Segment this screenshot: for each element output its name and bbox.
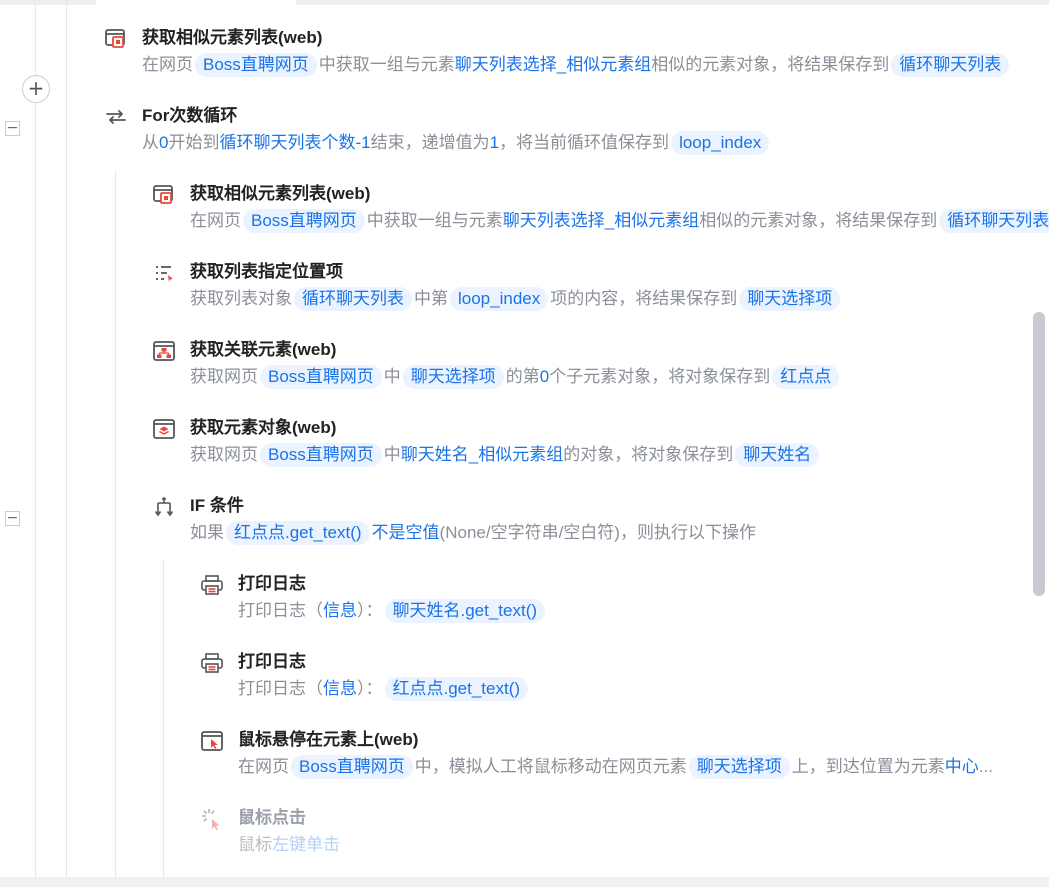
printer-icon: [201, 653, 223, 673]
variable-chip: 循环聊天列表: [939, 209, 1049, 233]
variable-chip: Boss直聘网页: [291, 755, 413, 779]
step-mouse-click[interactable]: 鼠标点击 鼠标左键单击: [200, 806, 1049, 862]
similar-elements-icon: [153, 185, 173, 204]
step-description: 在网页 Boss直聘网页 中获取一组与元素聊天列表选择_相似元素组相似的元素对象，将…: [190, 209, 1049, 233]
printer-icon: [201, 575, 223, 595]
step-title: 获取元素对象(web): [190, 418, 337, 437]
step-description: 鼠标左键单击: [238, 835, 340, 854]
step-description: 获取网页 Boss直聘网页中聊天选择项 的第0个子元素对象，将对象保存到 红点点: [190, 365, 841, 389]
variable-chip: 聊天姓名.get_text(): [384, 599, 546, 623]
step-description: 打印日志（信息）： 聊天姓名.get_text(): [238, 599, 547, 623]
variable-chip: 红点点.get_text(): [226, 521, 370, 545]
variable-chip: 聊天选择项: [402, 365, 504, 389]
gutter-line: [35, 0, 36, 877]
step-title: 获取列表指定位置项: [190, 262, 343, 281]
variable-chip: 聊天选择项: [739, 287, 841, 311]
variable-chip: 循环聊天列表: [891, 53, 1010, 77]
step-if-condition[interactable]: IF 条件 如果 红点点.get_text() 不是空值(None/空字符串/空白符…: [152, 494, 1049, 550]
loop-icon: [106, 110, 126, 124]
variable-chip: Boss直聘网页: [243, 209, 365, 233]
step-title: 获取相似元素列表(web): [142, 28, 323, 47]
related-element-icon: [153, 341, 175, 361]
step-print-log[interactable]: 打印日志 打印日志（信息）： 聊天姓名.get_text(): [200, 572, 1049, 628]
variable-chip: 红点点: [772, 365, 840, 389]
variable-chip: Boss直聘网页: [260, 443, 382, 467]
variable-chip: loop_index: [450, 287, 549, 311]
step-get-similar-elements[interactable]: 获取相似元素列表(web) 在网页 Boss直聘网页 中获取一组与元素聊天列表选择_…: [104, 26, 1049, 82]
step-description: 获取网页 Boss直聘网页 中聊天姓名_相似元素组的对象，将对象保存到 聊天姓名: [190, 443, 821, 467]
variable-chip: 循环聊天列表: [294, 287, 412, 311]
step-title: 打印日志: [238, 652, 306, 671]
step-mouse-hover[interactable]: 鼠标悬停在元素上(web) 在网页 Boss直聘网页 中，模拟人工将鼠标移动在网页元…: [200, 728, 1030, 784]
mouse-hover-icon: [201, 731, 223, 751]
if-body-guide: [163, 560, 164, 877]
top-strip: [0, 0, 1049, 5]
element-object-icon: [153, 419, 175, 439]
step-title: 鼠标点击: [238, 808, 306, 827]
step-get-related-element[interactable]: 获取关联元素(web) 获取网页 Boss直聘网页中聊天选择项 的第0个子元素对象，…: [152, 338, 1049, 394]
similar-elements-icon: [105, 29, 125, 48]
list-item-icon: [156, 266, 173, 282]
variable-chip: 聊天姓名: [735, 443, 820, 467]
step-description: 在网页 Boss直聘网页 中，模拟人工将鼠标移动在网页元素 聊天选择项 上，到达位置为元…: [238, 755, 993, 779]
collapse-if-button[interactable]: −: [5, 511, 20, 526]
step-description: 获取列表对象 循环聊天列表 中第 loop_index 项的内容，将结果保存到 聊天选择项: [190, 287, 842, 311]
step-description: 从0开始到循环聊天列表个数-1结束，递增值为1，将当前循环值保存到 loop_in…: [142, 131, 771, 155]
step-get-similar-elements[interactable]: 获取相似元素列表(web) 在网页 Boss直聘网页 中获取一组与元素聊天列表选择_…: [152, 182, 1049, 238]
step-title: For次数循环: [142, 106, 238, 125]
step-print-log[interactable]: 打印日志 打印日志（信息）： 红点点.get_text(): [200, 650, 1049, 706]
loop-body-guide: [115, 170, 116, 877]
step-title: 打印日志: [238, 574, 306, 593]
vertical-scrollbar[interactable]: [1033, 312, 1045, 596]
step-description: 在网页 Boss直聘网页 中获取一组与元素聊天列表选择_相似元素组相似的元素对象，将…: [142, 53, 1011, 77]
workflow-canvas: + − − 获取相似元素列表(web) 在网页 Boss直聘网页 中获取一组与元素聊…: [0, 0, 1049, 877]
gutter-line: [66, 0, 67, 877]
step-for-loop[interactable]: For次数循环 从0开始到循环聊天列表个数-1结束，递增值为1，将当前循环值保存…: [104, 104, 1049, 160]
variable-chip: Boss直聘网页: [260, 365, 382, 389]
if-condition-icon: [154, 497, 174, 517]
step-description: 如果 红点点.get_text() 不是空值(None/空字符串/空白符)，则执行以…: [190, 521, 756, 545]
active-tab-edge: [96, 0, 296, 5]
step-description: 打印日志（信息）： 红点点.get_text(): [238, 677, 530, 701]
step-title: 获取关联元素(web): [190, 340, 337, 359]
add-step-button[interactable]: +: [22, 75, 50, 103]
step-title: IF 条件: [190, 496, 244, 515]
step-get-element-object[interactable]: 获取元素对象(web) 获取网页 Boss直聘网页 中聊天姓名_相似元素组的对象，将…: [152, 416, 1049, 472]
collapse-loop-button[interactable]: −: [5, 121, 20, 136]
step-get-list-item[interactable]: 获取列表指定位置项 获取列表对象 循环聊天列表 中第 loop_index 项的内容，将…: [152, 260, 1049, 316]
step-title: 鼠标悬停在元素上(web): [238, 730, 419, 749]
variable-chip: 红点点.get_text(): [384, 677, 529, 701]
mouse-click-icon: [202, 809, 220, 830]
variable-chip: loop_index: [671, 131, 770, 155]
variable-chip: Boss直聘网页: [195, 53, 317, 77]
step-title: 获取相似元素列表(web): [190, 184, 371, 203]
variable-chip: 聊天选择项: [688, 755, 790, 779]
